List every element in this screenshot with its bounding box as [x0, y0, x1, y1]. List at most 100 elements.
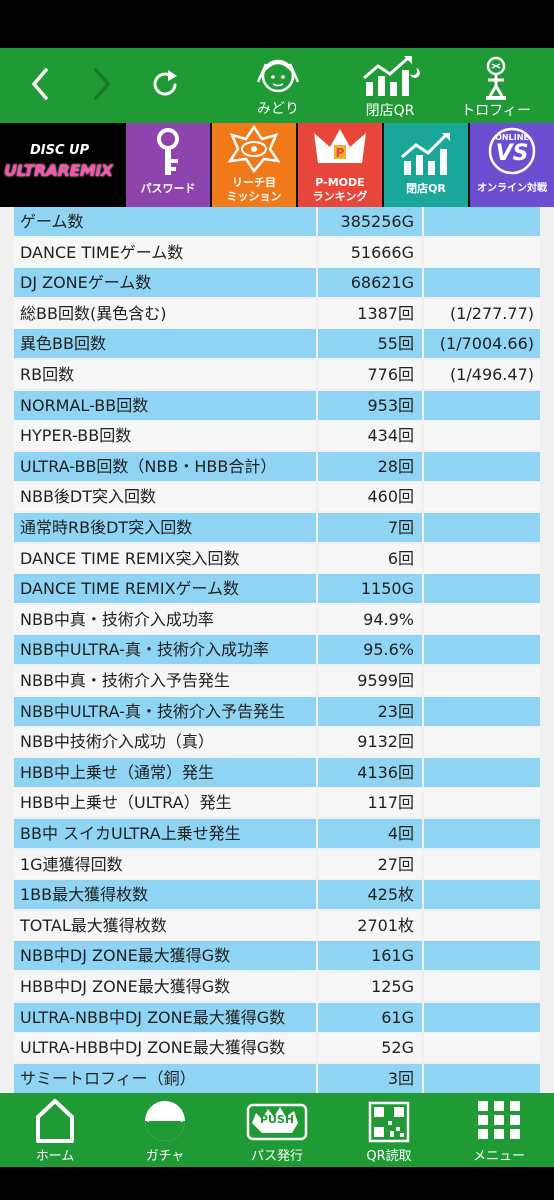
stat-label: HBB中上乗せ（通常）発生 [14, 757, 316, 787]
stat-value: 434回 [318, 421, 422, 451]
stat-label: NBB中ULTRA-真・技術介入成功率 [14, 635, 316, 665]
closing-qr-tile[interactable]: 閉店QR [384, 123, 468, 207]
stat-rate [424, 819, 540, 848]
stat-value: 776回 [318, 360, 422, 389]
stat-label: RB回数 [14, 360, 316, 389]
home-icon [36, 1099, 74, 1143]
stat-value: 2701枚 [318, 910, 422, 940]
stat-rate [424, 696, 540, 726]
table-row: DANCE TIME REMIX突入回数 6回 [14, 543, 540, 573]
stat-rate [424, 513, 540, 542]
table-row: 総BB回数(異色含む) 1387回 (1/277.77) [14, 298, 540, 328]
grid-menu-icon [478, 1101, 520, 1139]
gacha-capsule-icon [145, 1101, 185, 1141]
gacha-button[interactable]: ガチャ [110, 1093, 220, 1167]
svg-text:P: P [336, 146, 345, 160]
midori-label: みどり [257, 101, 299, 117]
stat-value: 52G [318, 1033, 422, 1063]
stat-value: 425枚 [318, 880, 422, 910]
chart-up-icon [363, 56, 420, 96]
table-row: サミートロフィー（銅） 3回 [14, 1063, 540, 1093]
reload-button[interactable] [146, 62, 186, 106]
table-row: HBB中上乗せ（ULTRA）発生 117回 [14, 788, 540, 818]
stat-value: 117回 [318, 788, 422, 818]
qr-read-button[interactable]: QR読取 [334, 1093, 444, 1167]
qr-code-icon [368, 1101, 410, 1143]
closing-qr-button[interactable]: 閉店QR [352, 52, 428, 122]
pmode-label-1: P-MODE [315, 176, 365, 189]
table-row: 1BB最大獲得枚数 425枚 [14, 880, 540, 910]
stat-label: 通常時RB後DT突入回数 [14, 513, 316, 542]
stat-value: 6回 [318, 543, 422, 573]
pmode-ranking-tile[interactable]: P P-MODE ランキング [298, 123, 382, 207]
stat-rate [424, 1063, 540, 1093]
stat-value: 23回 [318, 696, 422, 726]
key-icon [157, 128, 179, 175]
table-row: NORMAL-BB回数 953回 [14, 390, 540, 420]
table-row: NBB中真・技術介入成功率 94.9% [14, 604, 540, 634]
stat-rate [424, 604, 540, 634]
stat-value: 94.9% [318, 604, 422, 634]
forward-button[interactable] [82, 62, 122, 106]
top-nav-bar: みどり 閉店QR トロフィー [0, 48, 554, 123]
stat-rate [424, 666, 540, 695]
stat-label: ゲーム数 [14, 207, 316, 236]
game-logo-tile[interactable]: DISC UP ULTRAREMIX [0, 123, 126, 207]
stat-value: 125G [318, 972, 422, 1001]
stat-label: NBB後DT突入回数 [14, 482, 316, 512]
stat-rate: (1/7004.66) [424, 329, 540, 359]
stat-rate: (1/496.47) [424, 360, 540, 389]
stat-rate [424, 482, 540, 512]
menu-button[interactable]: メニュー [444, 1093, 554, 1167]
stat-value: 27回 [318, 849, 422, 879]
table-row: ULTRA-HBB中DJ ZONE最大獲得G数 52G [14, 1033, 540, 1063]
stat-label: サミートロフィー（銅） [14, 1063, 316, 1093]
table-row: HBB中上乗せ（通常）発生 4136回 [14, 757, 540, 787]
vs-text: VS [495, 141, 529, 166]
stat-label: 総BB回数(異色含む) [14, 298, 316, 328]
midori-button[interactable]: みどり [240, 52, 316, 122]
table-row: HYPER-BB回数 434回 [14, 421, 540, 451]
stat-rate [424, 237, 540, 267]
pmode-label-2: ランキング [312, 190, 368, 203]
stat-value: 1387回 [318, 298, 422, 328]
stat-label: DANCE TIMEゲーム数 [14, 237, 316, 267]
stat-label: DJ ZONEゲーム数 [14, 268, 316, 298]
stat-rate [424, 880, 540, 910]
table-row: ULTRA-NBB中DJ ZONE最大獲得G数 61G [14, 1002, 540, 1032]
stat-label: NBB中DJ ZONE最大獲得G数 [14, 941, 316, 971]
stat-value: 55回 [318, 329, 422, 359]
stat-value: 4136回 [318, 757, 422, 787]
status-bar [0, 0, 554, 48]
stat-label: 1G連獲得回数 [14, 849, 316, 879]
table-row: NBB後DT突入回数 460回 [14, 482, 540, 512]
pass-issue-button[interactable]: PUSH パス発行 [222, 1093, 332, 1167]
logo-disc-up: DISC UP [30, 143, 90, 158]
table-row: NBB中ULTRA-真・技術介入成功率 95.6% [14, 635, 540, 665]
home-button[interactable]: ホーム [0, 1093, 110, 1167]
midori-character-icon [256, 59, 300, 93]
reach-mission-tile[interactable]: リーチ目 ミッション [212, 123, 296, 207]
stat-label: HBB中DJ ZONE最大獲得G数 [14, 972, 316, 1001]
gacha-label: ガチャ [145, 1149, 185, 1164]
password-label: パスワード [140, 182, 196, 195]
trophy-icon [486, 56, 506, 100]
online-battle-tile[interactable]: ONLINE VS オンライン対戦 [470, 123, 554, 207]
trophy-button[interactable]: トロフィー [458, 52, 534, 122]
stat-label: NBB中ULTRA-真・技術介入予告発生 [14, 696, 316, 726]
table-row: NBB中DJ ZONE最大獲得G数 161G [14, 941, 540, 971]
stat-rate [424, 788, 540, 818]
back-button[interactable] [22, 62, 62, 106]
push-icon-text: PUSH [259, 1113, 295, 1126]
stat-rate [424, 727, 540, 757]
password-tile[interactable]: パスワード [126, 123, 210, 207]
table-row: 異色BB回数 55回 (1/7004.66) [14, 329, 540, 359]
logo-ultraremix: ULTRAREMIX [4, 161, 113, 180]
table-row: NBB中技術介入成功（真） 9132回 [14, 727, 540, 757]
stat-rate [424, 1033, 540, 1063]
pass-issue-label: パス発行 [250, 1149, 303, 1164]
stat-value: 1150G [318, 574, 422, 604]
table-row: 通常時RB後DT突入回数 7回 [14, 513, 540, 542]
stat-value: 385256G [318, 207, 422, 236]
table-row: BB中 スイカULTRA上乗せ発生 4回 [14, 819, 540, 848]
